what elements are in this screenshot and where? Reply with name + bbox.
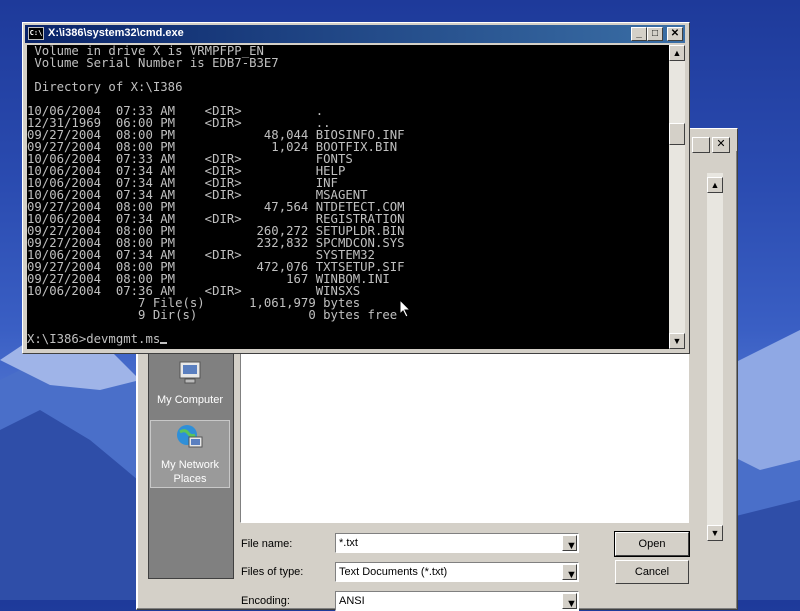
console-line: Directory of X:\I386 [27,80,183,94]
close-icon: ✕ [670,28,680,39]
cancel-button[interactable]: Cancel [615,560,689,584]
text-cursor [160,342,168,344]
file-name-combo[interactable]: *.txt ▼ [335,533,579,553]
my-network-places-icon [177,425,203,448]
files-of-type-combo[interactable]: Text Documents (*.txt) ▼ [335,562,579,582]
cmd-scroll-down-button[interactable]: ▼ [669,333,685,349]
my-computer-icon [179,361,201,384]
dropdown-arrow-icon: ▼ [566,540,577,552]
mouse-pointer-icon [400,300,412,318]
minimize-button[interactable]: _ [631,27,647,41]
maximize-icon: □ [651,28,659,39]
dialog-maximize-button[interactable] [692,137,710,153]
file-name-label: File name: [241,538,293,550]
encoding-value: ANSI [339,595,365,607]
place-my-network-places[interactable]: My Network Places [150,420,230,488]
cmd-scroll-thumb[interactable] [669,123,685,145]
file-name-dropdown-button[interactable]: ▼ [562,535,577,552]
scroll-up-icon: ▲ [710,180,720,190]
scroll-down-button[interactable]: ▼ [707,525,723,541]
scroll-down-icon: ▼ [710,528,720,538]
cmd-titlebar[interactable]: C:\ X:\i386\system32\cmd.exe _ □ ✕ [25,25,685,43]
dropdown-arrow-icon: ▼ [566,569,577,581]
dialog-close-button[interactable]: ✕ [712,137,730,153]
cmd-scrollbar[interactable]: ▲ ▼ [669,45,685,349]
close-button[interactable]: ✕ [667,27,683,41]
scroll-up-icon: ▲ [672,48,682,58]
files-of-type-label: Files of type: [241,566,304,578]
files-of-type-dropdown-button[interactable]: ▼ [562,564,577,581]
console-line: Volume Serial Number is EDB7-B3E7 [27,56,279,70]
places-bar: My Computer My Network Places [148,349,234,579]
files-of-type-value: Text Documents (*.txt) [339,566,448,578]
minimize-icon: _ [636,28,642,39]
close-icon: ✕ [716,138,726,150]
console-line: 9 Dir(s) 0 bytes free [27,308,398,322]
place-my-network-label-line1: My Network [160,459,220,471]
place-my-computer-label: My Computer [156,394,224,406]
encoding-combo[interactable]: ANSI ▼ [335,591,579,611]
cmd-scroll-up-button[interactable]: ▲ [669,45,685,61]
scroll-up-button[interactable]: ▲ [707,177,723,193]
console-line: X:\I386>devmgmt.ms [27,333,669,345]
encoding-label: Encoding: [241,595,290,607]
scroll-down-icon: ▼ [672,336,682,346]
cmd-window-title: X:\i386\system32\cmd.exe [48,27,184,39]
open-button[interactable]: Open [614,531,690,557]
encoding-dropdown-button[interactable]: ▼ [562,593,577,610]
maximize-button[interactable]: □ [647,27,663,41]
console-output[interactable]: Volume in drive X is VRMPFPP_EN Volume S… [27,45,669,349]
file-name-value: *.txt [339,537,358,549]
place-my-computer[interactable]: My Computer [150,354,230,420]
place-my-network-label-line2: Places [173,473,207,485]
dropdown-arrow-icon: ▼ [566,598,577,610]
file-list-scrollbar[interactable]: ▲ ▼ [707,173,723,541]
cmd-window: C:\ X:\i386\system32\cmd.exe _ □ ✕ Volum… [22,22,690,354]
cmd-app-icon[interactable]: C:\ [28,27,44,40]
